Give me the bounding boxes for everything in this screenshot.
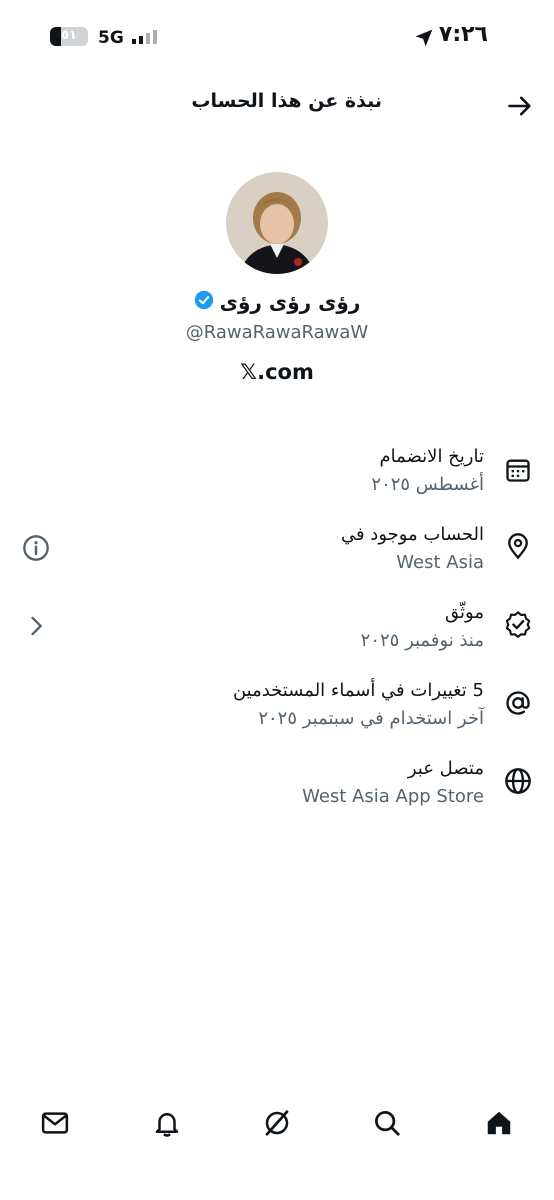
search-icon[interactable] (372, 1108, 402, 1138)
avatar[interactable] (226, 172, 328, 274)
info-row-title: متصل عبر (407, 758, 484, 779)
notifications-icon[interactable] (152, 1108, 182, 1138)
globe-icon (504, 767, 532, 795)
info-row-username-changes: 5 تغييرات في أسماء المستخدمين آخر استخدا… (0, 680, 554, 750)
back-arrow-icon[interactable] (506, 92, 534, 124)
info-row-title: 5 تغييرات في أسماء المستخدمين (232, 680, 484, 701)
network-type: 5G (98, 28, 124, 48)
info-row-subtitle: West Asia (396, 552, 484, 573)
verified-badge-icon (194, 290, 214, 314)
page-title: نبذة عن هذا الحساب (191, 90, 382, 112)
verified-badge-icon (504, 610, 532, 638)
profile-website-link[interactable]: 𝕏.com (0, 360, 554, 384)
info-row-location: الحساب موجود في West Asia (0, 524, 554, 594)
home-icon[interactable] (484, 1108, 514, 1138)
chevron-right-icon[interactable] (22, 612, 50, 644)
profile-name-row: رؤى رؤى رؤى (0, 290, 554, 314)
info-row-title: تاريخ الانضمام (379, 446, 484, 467)
calendar-icon (504, 456, 532, 484)
info-row-title: الحساب موجود في (340, 524, 484, 545)
profile-name: رؤى رؤى رؤى (219, 290, 361, 314)
info-row-subtitle: West Asia App Store (302, 786, 484, 807)
battery-icon: ٥١ (50, 27, 88, 46)
info-row-subtitle: منذ نوفمبر ٢٠٢٥ (360, 630, 484, 651)
location-arrow-icon (414, 28, 434, 52)
info-row-join-date: تاريخ الانضمام أغسطس ٢٠٢٥ (0, 446, 554, 516)
info-row-subtitle: آخر استخدام في سبتمبر ٢٠٢٥ (258, 708, 484, 729)
messages-icon[interactable] (40, 1108, 70, 1138)
grok-icon[interactable] (262, 1108, 292, 1138)
signal-icon (132, 30, 157, 44)
info-row-subtitle: أغسطس ٢٠٢٥ (371, 474, 484, 495)
at-sign-icon (504, 689, 532, 717)
profile-handle: @RawaRawaRawaW (185, 322, 369, 343)
info-row-verified[interactable]: موثّق منذ نوفمبر ٢٠٢٥ (0, 602, 554, 672)
info-row-title: موثّق (445, 602, 484, 623)
battery-level: ٥١ (61, 28, 77, 43)
info-icon[interactable] (22, 534, 50, 566)
location-pin-icon (504, 532, 532, 560)
status-time: ٧:٢٦ (438, 22, 488, 47)
info-row-connected-via: متصل عبر West Asia App Store (0, 758, 554, 828)
